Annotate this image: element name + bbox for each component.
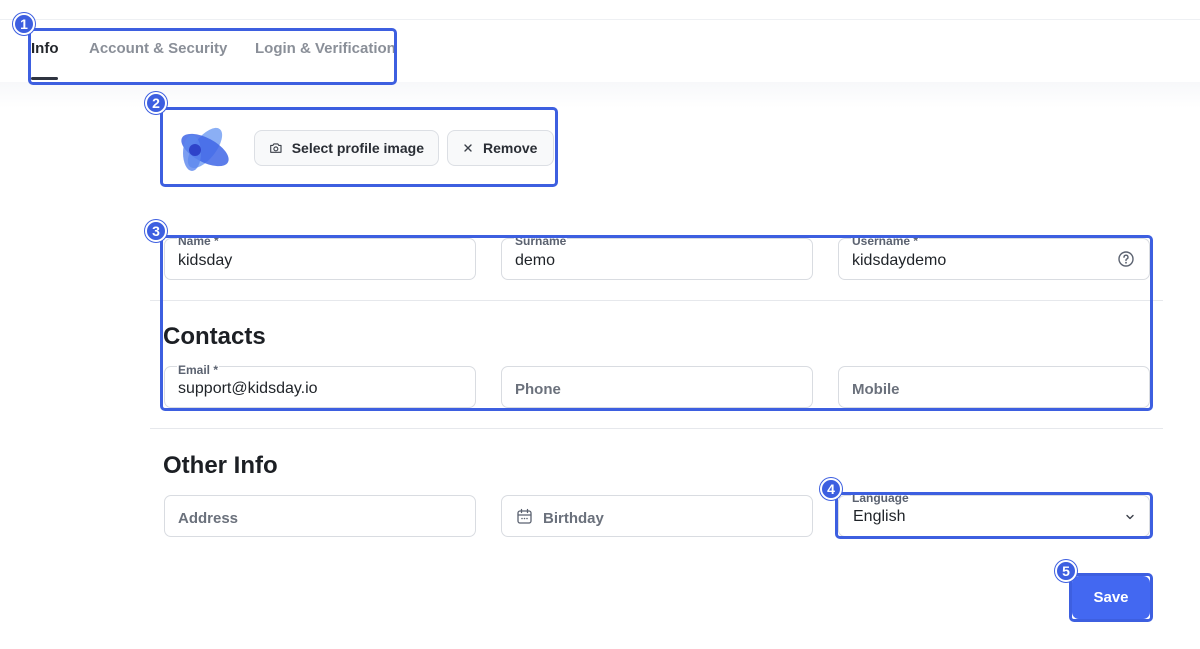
close-icon: [464, 144, 472, 152]
surname-field[interactable]: Surname demo: [501, 234, 813, 280]
active-tab-indicator: [31, 77, 58, 80]
tab-login-verification[interactable]: Login & Verification: [255, 40, 396, 57]
username-label: Username *: [851, 234, 920, 248]
calendar-icon: [517, 508, 532, 524]
phone-field[interactable]: Phone: [501, 366, 813, 408]
help-icon[interactable]: [1117, 250, 1135, 268]
tab-info[interactable]: Info: [31, 40, 59, 57]
birthday-placeholder: Birthday: [543, 510, 604, 527]
annotation-badge-3: 3: [145, 220, 167, 242]
name-label: Name *: [177, 234, 220, 248]
remove-image-button[interactable]: Remove: [447, 130, 554, 166]
contacts-heading: Contacts: [163, 323, 266, 350]
name-field[interactable]: Name * kidsday: [164, 234, 476, 280]
top-divider: [0, 19, 1200, 20]
profile-settings-page: Info Account & Security Login & Verifica…: [0, 0, 1200, 649]
language-select[interactable]: Language English: [838, 491, 1150, 537]
annotation-badge-1: 1: [13, 13, 35, 35]
language-label: Language: [851, 491, 910, 505]
annotation-badge-2: 2: [145, 92, 167, 114]
camera-icon: [270, 143, 282, 153]
language-value: English: [853, 508, 906, 525]
email-value: support@kidsday.io: [178, 380, 318, 397]
select-profile-image-button[interactable]: Select profile image: [254, 130, 439, 166]
address-placeholder: Address: [178, 510, 239, 527]
username-value: kidsdaydemo: [852, 252, 947, 269]
birthday-field[interactable]: Birthday: [501, 495, 813, 537]
email-field[interactable]: Email * support@kidsday.io: [164, 363, 476, 408]
section-divider: [150, 428, 1163, 429]
other-info-heading: Other Info: [163, 452, 278, 479]
chevron-down-icon: [1126, 514, 1134, 520]
remove-image-label: Remove: [483, 140, 538, 156]
avatar: [181, 127, 229, 171]
select-profile-image-label: Select profile image: [291, 140, 424, 156]
save-button[interactable]: Save: [1072, 576, 1150, 619]
surname-label: Surname: [514, 234, 568, 248]
annotation-badge-5: 5: [1055, 560, 1077, 582]
address-field[interactable]: Address: [164, 495, 476, 537]
surname-value: demo: [515, 252, 556, 269]
phone-placeholder: Phone: [515, 381, 561, 398]
username-field[interactable]: Username * kidsdaydemo: [838, 234, 1150, 280]
section-divider: [150, 300, 1163, 301]
name-value: kidsday: [178, 252, 233, 269]
email-label: Email *: [177, 363, 220, 377]
mobile-field[interactable]: Mobile: [838, 366, 1150, 408]
tab-account-security[interactable]: Account & Security: [89, 40, 227, 57]
mobile-placeholder: Mobile: [852, 381, 900, 398]
annotation-badge-4: 4: [820, 478, 842, 500]
tabbar-shadow: [0, 82, 1200, 108]
